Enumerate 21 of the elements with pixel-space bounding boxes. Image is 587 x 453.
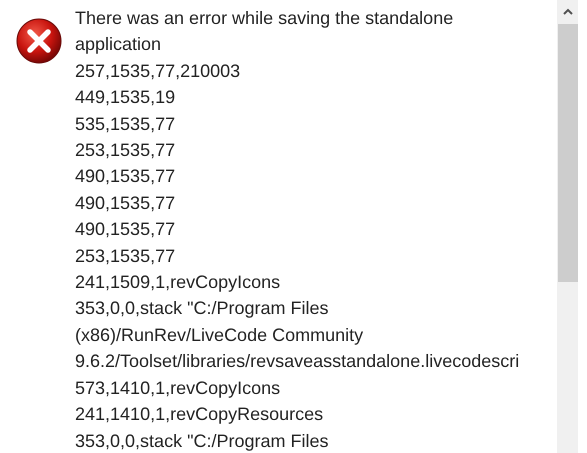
error-text-line: 9.6.2/Toolset/libraries/revsaveasstandalone.livecodescri <box>75 350 520 374</box>
scroll-thumb[interactable] <box>558 24 578 282</box>
error-text-line: 449,1535,19 <box>75 86 176 110</box>
error-text-line: (x86)/RunRev/LiveCode Community <box>75 324 364 347</box>
error-text-line: 353,0,0,stack "C:/Program Files <box>75 297 328 320</box>
error-text-line: 257,1535,77,210003 <box>75 60 240 83</box>
error-text-line: 490,1535,77 <box>75 165 176 188</box>
scrollbar[interactable] <box>557 0 578 453</box>
error-text-line: There was an error while saving the standalone <box>75 7 454 30</box>
error-text-line: 490,1535,77 <box>75 218 176 242</box>
error-text-line: 573,1410,1,revCopyIcons <box>75 376 280 400</box>
error-text-line: 535,1535,77 <box>75 112 176 136</box>
error-text-line: 253,1535,77 <box>75 244 176 268</box>
error-icon <box>14 17 64 65</box>
error-text-line: 490,1535,77 <box>75 192 176 215</box>
error-text-line: application <box>75 33 162 56</box>
error-text-line: 241,1410,1,revCopyResources <box>75 403 324 426</box>
error-text-line: 241,1509,1,revCopyIcons <box>75 271 280 294</box>
error-text-line: 253,1535,77 <box>75 139 176 162</box>
scroll-up-icon[interactable] <box>562 8 572 15</box>
error-text-line: 353,0,0,stack "C:/Program Files <box>75 430 328 453</box>
